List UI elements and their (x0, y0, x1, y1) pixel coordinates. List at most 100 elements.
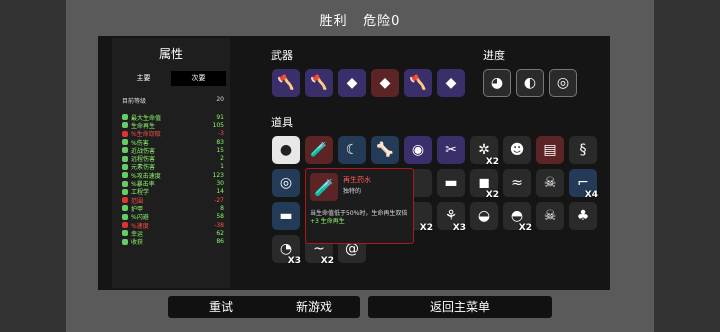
stats-panel: 属性 主要 次要 目前等级 20 最大生命值 91 生命再生 105 %生命窃取 -3 %伤害… (112, 38, 230, 288)
tooltip-description: 当生命值低于50%时，生命再生双倍 +3 生命再生 (310, 210, 408, 225)
item-slot[interactable]: ⚘ X3 (437, 202, 466, 233)
item-tooltip: 🧪 再生药水 独特的 当生命值低于50%时，生命再生双倍 +3 生命再生 (305, 168, 414, 244)
stat-value: 30 (216, 180, 224, 188)
item-slot[interactable]: ☾ (338, 136, 366, 164)
stat-value: 62 (216, 229, 224, 237)
level-row: 目前等级 20 (122, 96, 224, 105)
item-slot[interactable]: § (569, 136, 597, 164)
item-slot[interactable]: ☠ (536, 202, 564, 230)
item-count: X2 (485, 157, 499, 167)
axe-icon: 🪓 (409, 75, 427, 91)
item-slot[interactable]: ◒ (470, 202, 498, 230)
attack-speed-icon (122, 172, 128, 179)
stats-title: 属性 (158, 47, 183, 61)
tab-secondary[interactable]: 次要 (171, 71, 226, 86)
armor-icon (122, 205, 128, 212)
weapon-slot[interactable]: 🪓 (305, 69, 333, 97)
weapon-slot[interactable]: ◆ (371, 69, 399, 97)
helmet-icon: ◒ (477, 208, 491, 224)
speed-icon (122, 222, 128, 228)
lips-icon: ◉ (411, 142, 425, 158)
spider-icon: ✲ (478, 142, 490, 158)
progress-slot[interactable]: ◐ (516, 69, 544, 97)
main-menu-button[interactable]: 返回主菜单 (368, 296, 552, 318)
item-slot[interactable]: ⌐ X4 (569, 169, 598, 200)
item-slot[interactable]: ☻ (503, 136, 531, 164)
stat-value: 14 (216, 188, 224, 196)
range-icon (122, 197, 128, 204)
item-slot[interactable]: ≈ (503, 169, 531, 197)
regen-icon (122, 122, 128, 129)
stat-value: -38 (214, 221, 224, 229)
axe-icon: 🪓 (310, 75, 328, 91)
tooltip-item-name: 再生药水 (343, 176, 371, 184)
item-slot[interactable]: ▤ (536, 136, 564, 164)
right-letterbox (654, 0, 720, 332)
stat-value: 83 (216, 138, 224, 146)
skull-icon: ☠ (543, 208, 557, 224)
axe-icon: 🪓 (277, 75, 295, 91)
regen-potion-icon: 🧪 (310, 173, 338, 201)
stat-value: 58 (216, 213, 224, 221)
bone-icon: 🦴 (376, 142, 394, 158)
damage-icon (122, 139, 128, 146)
melee-icon (122, 147, 128, 154)
stat-value: 15 (216, 146, 224, 154)
new-game-button[interactable]: 新游戏 (268, 296, 360, 318)
progress-slot[interactable]: ◕ (483, 69, 511, 97)
stat-value: 105 (212, 121, 224, 129)
heart-icon (122, 114, 128, 121)
item-slot[interactable]: 🦴 (371, 136, 399, 164)
item-slot[interactable]: ◎ (272, 169, 300, 197)
item-count: X2 (320, 256, 334, 266)
harvest-icon (122, 238, 128, 245)
weapon-slot[interactable]: 🪓 (272, 69, 300, 97)
crystal-icon: ◆ (346, 75, 358, 91)
metal-plate-icon: ◼ (478, 175, 490, 191)
dome-icon: ◓ (510, 208, 524, 224)
item-count: X2 (518, 223, 532, 233)
item-count: X2 (485, 190, 499, 200)
item-slot[interactable]: ◉ (404, 136, 432, 164)
stat-value: 1 (220, 163, 224, 171)
item-slot[interactable]: ● (272, 136, 300, 164)
item-slot[interactable]: 🧪 (305, 136, 333, 164)
tooltip-item-type: 独特的 (343, 188, 362, 195)
item-slot[interactable]: ▬ (437, 169, 465, 197)
page-title: 胜利 危险0 (319, 14, 401, 29)
crit-icon (122, 180, 128, 187)
spotted-egg-icon: ◐ (523, 75, 537, 91)
eye-cap-icon: ◔ (279, 241, 293, 257)
items-title: 道具 (271, 116, 293, 129)
stat-list: 最大生命值 91 生命再生 105 %生命窃取 -3 %伤害 83 近战伤害 15 远程伤害 2 元素伤… (112, 113, 230, 246)
item-slot[interactable]: ◓ X2 (503, 202, 532, 233)
regen-potion-icon: 🧪 (310, 142, 328, 158)
item-slot[interactable]: ✂ (437, 136, 465, 164)
disc-icon: ◎ (556, 75, 570, 91)
item-count: X2 (419, 223, 433, 233)
claw-icon: ☾ (345, 142, 359, 158)
item-slot[interactable]: ◼ X2 (470, 169, 499, 200)
stat-value: 8 (220, 204, 224, 212)
sprout-icon: ⚘ (444, 208, 458, 224)
stat-value: 86 (216, 238, 224, 246)
weapon-slot[interactable]: ◆ (437, 69, 465, 97)
crystal-icon: ◆ (445, 75, 457, 91)
item-slot[interactable]: ◔ X3 (272, 235, 301, 266)
ranged-icon (122, 155, 128, 162)
stat-value: 2 (220, 155, 224, 163)
item-slot[interactable]: ♣ (569, 202, 597, 230)
stat-value: -3 (218, 130, 224, 138)
tab-primary[interactable]: 主要 (116, 71, 171, 86)
progress-slot[interactable]: ◎ (549, 69, 577, 97)
item-slot[interactable]: ✲ X2 (470, 136, 499, 167)
weapon-slot[interactable]: ◆ (338, 69, 366, 97)
left-letterbox (0, 0, 66, 332)
bread-icon: ▬ (279, 208, 293, 224)
stat-value: 91 (216, 113, 224, 121)
item-slot[interactable]: ☠ (536, 169, 564, 197)
item-slot[interactable]: ▬ (272, 202, 300, 230)
retry-button[interactable]: 重试 (168, 296, 274, 318)
weapon-slot[interactable]: 🪓 (404, 69, 432, 97)
luck-icon (122, 230, 128, 237)
